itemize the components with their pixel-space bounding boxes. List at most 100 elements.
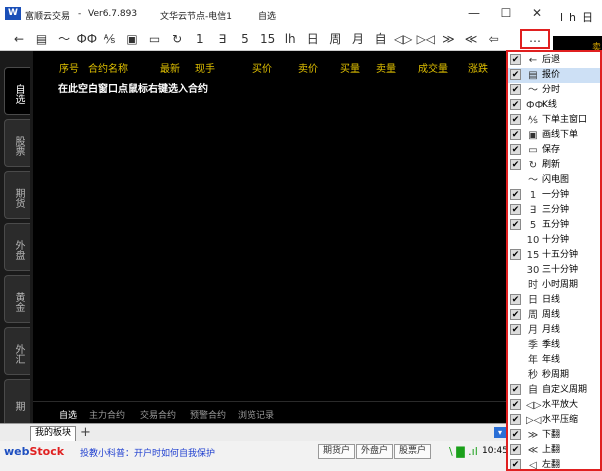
menu-item[interactable]: 秒秒周期 xyxy=(508,368,600,383)
bottom-tab-0[interactable]: 自选 xyxy=(59,408,77,421)
side-tab-2[interactable]: 期货 xyxy=(4,171,30,219)
checkbox-icon[interactable]: ✔ xyxy=(510,294,521,305)
checkbox-icon[interactable]: ✔ xyxy=(510,429,521,440)
menu-item[interactable]: ✔ ← 后退 xyxy=(508,53,600,68)
column-header[interactable]: 涨跌 xyxy=(468,60,488,75)
menu-item[interactable]: ✔ 〜分时 xyxy=(508,83,600,98)
menu-item[interactable]: ✔ ≪ 上翻 xyxy=(508,443,600,458)
custom-icon[interactable]: 自 xyxy=(370,29,392,49)
panel-toggle-icon[interactable]: ▾ xyxy=(494,427,506,438)
month-icon[interactable]: 月 xyxy=(347,29,369,49)
fifteen-minute-icon[interactable]: 15 xyxy=(257,29,279,49)
side-tab-6[interactable]: 期 xyxy=(4,379,30,427)
side-tab-3[interactable]: 外盘 xyxy=(4,223,30,271)
menu-item[interactable]: 〜闪电图 xyxy=(508,173,600,188)
tab-my-panel[interactable]: 我的板块 xyxy=(30,426,77,441)
column-header[interactable]: 现手 xyxy=(195,60,215,75)
menu-item[interactable]: ✔ ↻ 刷新 xyxy=(508,158,600,173)
column-header[interactable]: 买价 xyxy=(252,60,272,75)
checkbox-icon[interactable]: ✔ xyxy=(510,129,521,140)
refresh-icon[interactable]: ↻ xyxy=(166,29,188,49)
five-minute-icon[interactable]: 5 xyxy=(234,29,256,49)
column-header[interactable]: 买量 xyxy=(340,60,360,75)
three-minute-icon[interactable]: ∃ xyxy=(211,29,233,49)
quote-icon[interactable]: ▤ xyxy=(31,29,53,49)
save-icon[interactable]: ▭ xyxy=(144,29,166,49)
stock-account-button[interactable]: 股票户 xyxy=(394,444,432,459)
checkbox-icon[interactable]: ✔ xyxy=(510,114,521,125)
checkbox-icon[interactable]: ✔ xyxy=(510,414,521,425)
week-icon[interactable]: 周 xyxy=(324,29,346,49)
column-header[interactable]: 合约名称 xyxy=(88,60,128,75)
side-tab-4[interactable]: 黄金 xyxy=(4,275,30,323)
menu-item[interactable]: ✔ ▭ 保存 xyxy=(508,143,600,158)
menu-item[interactable]: ✔ ▤ 报价 xyxy=(508,68,600,83)
checkbox-icon[interactable]: ✔ xyxy=(510,159,521,170)
menu-item[interactable]: ✔ ∃ 三分钟 xyxy=(508,203,600,218)
bottom-tab-2[interactable]: 交易合约 xyxy=(140,408,176,421)
checkbox-icon[interactable]: ✔ xyxy=(510,189,521,200)
checkbox-icon[interactable] xyxy=(510,264,521,275)
menu-item[interactable]: ✔ ⅍ 下单主窗口 xyxy=(508,113,600,128)
maximize-button[interactable]: ☐ xyxy=(495,4,517,22)
futures-account-button[interactable]: 期货户 xyxy=(318,444,356,459)
menu-item[interactable]: ✔ ≫ 下翻 xyxy=(508,428,600,443)
menu-item[interactable]: ✔ ▣ 画线下单 xyxy=(508,128,600,143)
candle-icon[interactable]: ФФ xyxy=(76,29,98,49)
timeshare-icon[interactable]: 〜 xyxy=(53,29,75,49)
column-header[interactable]: 成交量 xyxy=(418,60,448,75)
menu-item[interactable]: ✔ 5 五分钟 xyxy=(508,218,600,233)
page-up-icon[interactable]: ≪ xyxy=(460,29,482,49)
side-tab-1[interactable]: 股票 xyxy=(4,119,30,167)
checkbox-icon[interactable] xyxy=(510,369,521,380)
menu-item[interactable]: ✔ 日日线 xyxy=(508,293,600,308)
bottom-tab-4[interactable]: 浏览记录 xyxy=(238,408,274,421)
zoom-in-icon[interactable]: ◁▷ xyxy=(392,29,414,49)
order-icon[interactable]: ⅍ xyxy=(98,29,120,49)
return-icon[interactable]: ⇦ xyxy=(483,29,505,49)
side-tab-0[interactable]: 自选 xyxy=(4,67,30,115)
menu-item[interactable]: 时小时周期 xyxy=(508,278,600,293)
menu-item[interactable]: ✔ 自自定义周期 xyxy=(508,383,600,398)
hour-icon[interactable]: lh xyxy=(279,29,301,49)
menu-item[interactable]: ✔ ◁▷ 水平放大 xyxy=(508,398,600,413)
checkbox-icon[interactable]: ✔ xyxy=(510,54,521,65)
menu-item[interactable]: ✔ ▷◁ 水平压缩 xyxy=(508,413,600,428)
more-tools-button[interactable]: … xyxy=(520,29,550,49)
menu-item[interactable]: 30 三十分钟 xyxy=(508,263,600,278)
checkbox-icon[interactable] xyxy=(510,279,521,290)
bottom-tab-1[interactable]: 主力合约 xyxy=(89,408,125,421)
menu-item[interactable]: ✔ 15 十五分钟 xyxy=(508,248,600,263)
menu-item[interactable]: ✔ ◁ 左翻 xyxy=(508,458,600,469)
menu-item[interactable]: ✔ ФФ K线 xyxy=(508,98,600,113)
checkbox-icon[interactable]: ✔ xyxy=(510,144,521,155)
checkbox-icon[interactable]: ✔ xyxy=(510,309,521,320)
checkbox-icon[interactable]: ✔ xyxy=(510,384,521,395)
checkbox-icon[interactable]: ✔ xyxy=(510,69,521,80)
draw-order-icon[interactable]: ▣ xyxy=(121,29,143,49)
page-down-icon[interactable]: ≫ xyxy=(437,29,459,49)
zoom-out-icon[interactable]: ▷◁ xyxy=(415,29,437,49)
checkbox-icon[interactable] xyxy=(510,174,521,185)
menu-item[interactable]: ✔ 周周线 xyxy=(508,308,600,323)
news-ticker[interactable]: 投教小科普：开户时如何自我保护 xyxy=(80,446,215,459)
column-header[interactable]: 卖价 xyxy=(298,60,318,75)
menu-item[interactable]: ✔ 1 一分钟 xyxy=(508,188,600,203)
checkbox-icon[interactable]: ✔ xyxy=(510,204,521,215)
checkbox-icon[interactable] xyxy=(510,339,521,350)
menu-item[interactable]: 年年线 xyxy=(508,353,600,368)
day-icon[interactable]: 日 xyxy=(302,29,324,49)
bottom-tab-3[interactable]: 预警合约 xyxy=(190,408,226,421)
checkbox-icon[interactable]: ✔ xyxy=(510,459,521,469)
menu-item[interactable]: 季季线 xyxy=(508,338,600,353)
column-header[interactable]: 卖量 xyxy=(376,60,396,75)
one-minute-icon[interactable]: 1 xyxy=(189,29,211,49)
column-header[interactable]: 最新 xyxy=(160,60,180,75)
checkbox-icon[interactable]: ✔ xyxy=(510,84,521,95)
minimize-button[interactable]: — xyxy=(463,4,485,22)
checkbox-icon[interactable]: ✔ xyxy=(510,444,521,455)
close-button[interactable]: ✕ xyxy=(526,4,548,22)
side-tab-5[interactable]: 外汇 xyxy=(4,327,30,375)
checkbox-icon[interactable]: ✔ xyxy=(510,324,521,335)
column-header[interactable]: 序号 xyxy=(59,60,79,75)
